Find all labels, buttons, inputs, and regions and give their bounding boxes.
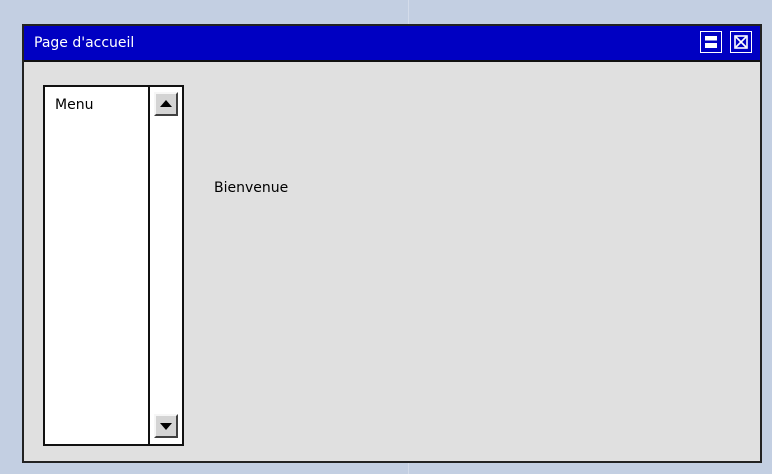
list-item-menu[interactable]: Menu xyxy=(55,97,93,113)
window-title: Page d'accueil xyxy=(34,35,135,51)
menu-listbox[interactable]: Menu xyxy=(43,85,184,446)
close-icon xyxy=(734,35,748,49)
title-bar[interactable]: Page d'accueil xyxy=(24,26,760,62)
close-button[interactable] xyxy=(730,31,752,53)
maximize-icon xyxy=(705,36,717,48)
maximize-button[interactable] xyxy=(700,31,722,53)
scroll-up-button[interactable] xyxy=(154,92,178,116)
home-window: Page d'accueil Menu Bienvenue xyxy=(22,24,762,463)
scroll-down-button[interactable] xyxy=(154,414,178,438)
arrow-up-icon xyxy=(160,100,172,107)
arrow-down-icon xyxy=(160,423,172,430)
welcome-text: Bienvenue xyxy=(214,180,289,196)
vertical-scrollbar[interactable] xyxy=(148,87,182,444)
